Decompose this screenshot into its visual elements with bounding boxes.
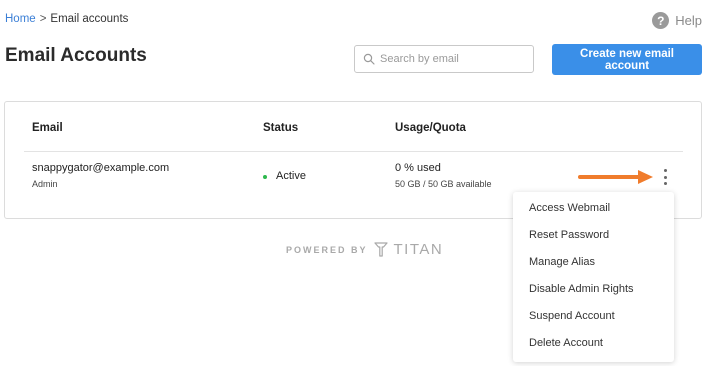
- account-usage: 0 % used: [395, 162, 441, 174]
- menu-item-access-webmail[interactable]: Access Webmail: [513, 195, 674, 222]
- powered-by: POWERED BY TITAN: [286, 241, 443, 258]
- menu-item-delete-account[interactable]: Delete Account: [513, 330, 674, 357]
- breadcrumb-separator: >: [39, 13, 47, 25]
- menu-item-disable-admin-rights[interactable]: Disable Admin Rights: [513, 276, 674, 303]
- menu-item-reset-password[interactable]: Reset Password: [513, 222, 674, 249]
- search-icon: [363, 53, 375, 65]
- breadcrumb: Home > Email accounts: [5, 13, 128, 25]
- titan-brand: TITAN: [393, 241, 444, 258]
- breadcrumb-current: Email accounts: [50, 13, 129, 25]
- search-box[interactable]: [354, 45, 534, 73]
- account-role: Admin: [32, 179, 58, 189]
- menu-item-manage-alias[interactable]: Manage Alias: [513, 249, 674, 276]
- account-status: Active: [276, 170, 306, 182]
- account-email[interactable]: snappygator@example.com: [32, 162, 169, 174]
- arrow-right-icon: [578, 170, 653, 184]
- menu-item-suspend-account[interactable]: Suspend Account: [513, 303, 674, 330]
- help-link[interactable]: ? Help: [652, 12, 702, 29]
- column-header-status: Status: [263, 122, 299, 134]
- breadcrumb-home-link[interactable]: Home: [5, 13, 36, 25]
- account-actions-menu: Access Webmail Reset Password Manage Ali…: [513, 192, 674, 362]
- column-header-email: Email: [32, 122, 63, 134]
- powered-by-label: POWERED BY: [286, 244, 368, 255]
- create-email-account-button[interactable]: Create new email account: [552, 44, 702, 75]
- table-header-divider: [24, 151, 683, 152]
- page-title: Email Accounts: [5, 45, 147, 66]
- titan-logo-icon: [373, 242, 388, 257]
- column-header-usage: Usage/Quota: [395, 122, 466, 134]
- search-input[interactable]: [380, 53, 530, 65]
- account-quota: 50 GB / 50 GB available: [395, 179, 492, 189]
- kebab-menu-icon[interactable]: [659, 168, 671, 186]
- help-circle-icon[interactable]: ?: [652, 12, 670, 29]
- status-dot-icon: [263, 175, 267, 179]
- help-label[interactable]: Help: [675, 13, 702, 28]
